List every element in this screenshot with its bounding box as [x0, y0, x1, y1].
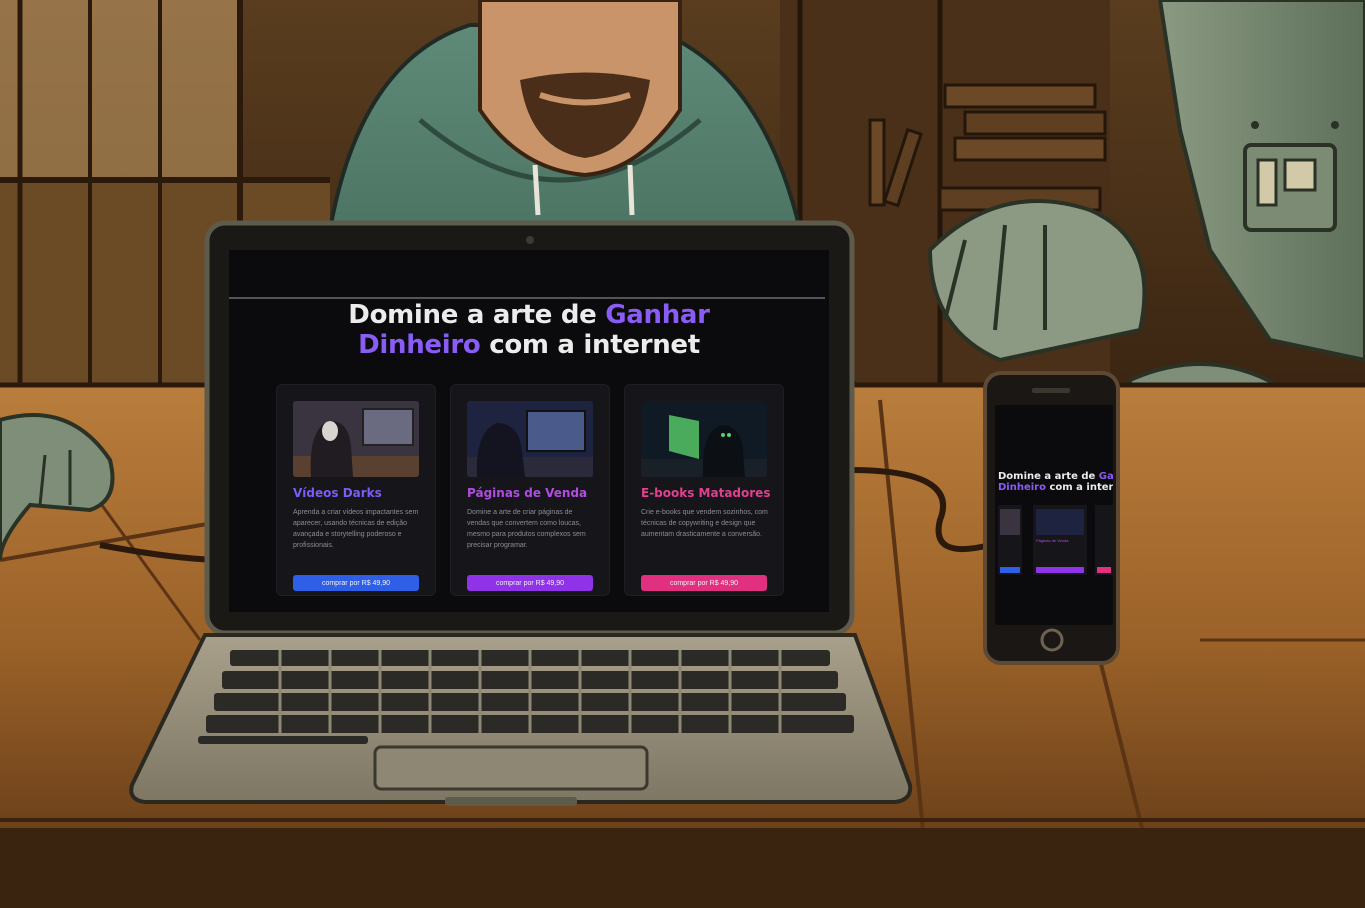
buy-button[interactable]: comprar por R$ 49,90 — [293, 575, 419, 591]
headline-text: com a inter — [1045, 482, 1113, 493]
card-title: Páginas de Venda — [1036, 538, 1069, 543]
product-card: Vídeos Darks Aprenda a criar vídeos impa… — [276, 384, 436, 596]
card-title: E-books Matadores — [641, 486, 771, 500]
buy-button[interactable] — [1097, 567, 1111, 573]
headline-text: com a internet — [480, 330, 700, 360]
phone-card — [998, 505, 1022, 575]
product-card: E-books Matadores Crie e-books que vende… — [624, 384, 784, 596]
buy-button[interactable] — [1000, 567, 1020, 573]
headline-accent: Dinheiro — [998, 482, 1046, 493]
card-description: Crie e-books que vendem sozinhos, com té… — [641, 509, 768, 538]
card-image — [293, 401, 419, 477]
headline-accent: Dinheiro — [358, 330, 481, 360]
buy-button[interactable]: comprar por R$ 49,90 — [467, 575, 593, 591]
card-image — [641, 401, 767, 477]
card-image — [1036, 509, 1084, 535]
card-image — [467, 401, 593, 477]
page-headline: Domine a arte de Ganhar Dinheiro com a i… — [229, 300, 829, 360]
card-description: Domine a arte de criar páginas de vendas… — [467, 509, 586, 549]
phone-headline: Domine a arte de Gan Dinheiro com a inte… — [998, 471, 1113, 493]
card-description: Aprenda a criar vídeos impactantes sem a… — [293, 509, 419, 549]
card-title: Páginas de Venda — [467, 486, 588, 500]
phone-card — [1095, 505, 1113, 575]
product-card: Páginas de Venda Domine a arte de criar … — [450, 384, 610, 596]
card-title: Vídeos Darks — [293, 486, 382, 500]
card-image — [1000, 509, 1020, 535]
phone-screen: Domine a arte de Gan Dinheiro com a inte… — [995, 405, 1113, 625]
headline-accent: Gan — [1098, 471, 1113, 482]
header-divider — [229, 297, 825, 299]
headline-text: Domine a arte de — [998, 471, 1099, 482]
headline-text: Domine a arte de — [348, 300, 606, 330]
headline-accent: Ganhar — [605, 300, 710, 330]
laptop-screen: Domine a arte de Ganhar Dinheiro com a i… — [229, 250, 829, 612]
phone-card: Páginas de Venda — [1033, 505, 1087, 575]
buy-button[interactable] — [1036, 567, 1084, 573]
buy-button[interactable]: comprar por R$ 49,90 — [641, 575, 767, 591]
